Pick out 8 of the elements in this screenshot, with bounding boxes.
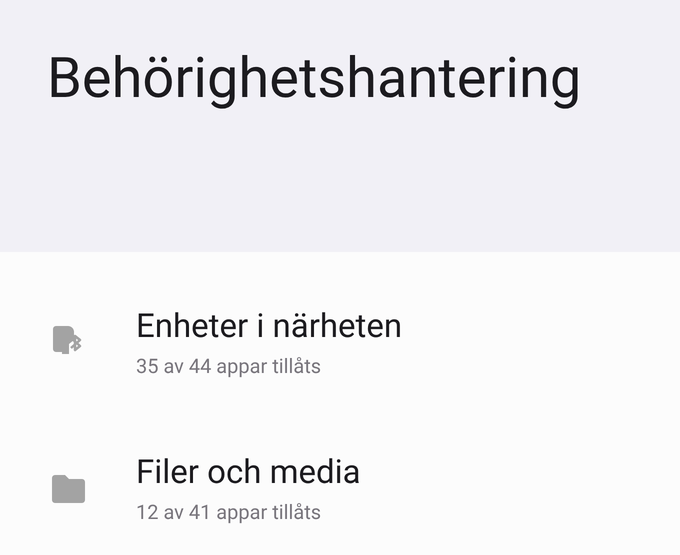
item-summary: 35 av 44 appar tillåts [136, 353, 322, 379]
folder-icon [52, 475, 85, 503]
page-title: Behörighetshantering [47, 44, 582, 113]
item-title: Enheter i närheten [136, 307, 402, 347]
item-summary: 12 av 41 appar tillåts [136, 499, 322, 525]
permission-item[interactable]: Enheter i närheten 35 av 44 appar tillåts [0, 290, 680, 396]
permission-item[interactable]: Filer och media 12 av 41 appar tillåts [0, 436, 680, 542]
item-title: Filer och media [136, 453, 361, 493]
